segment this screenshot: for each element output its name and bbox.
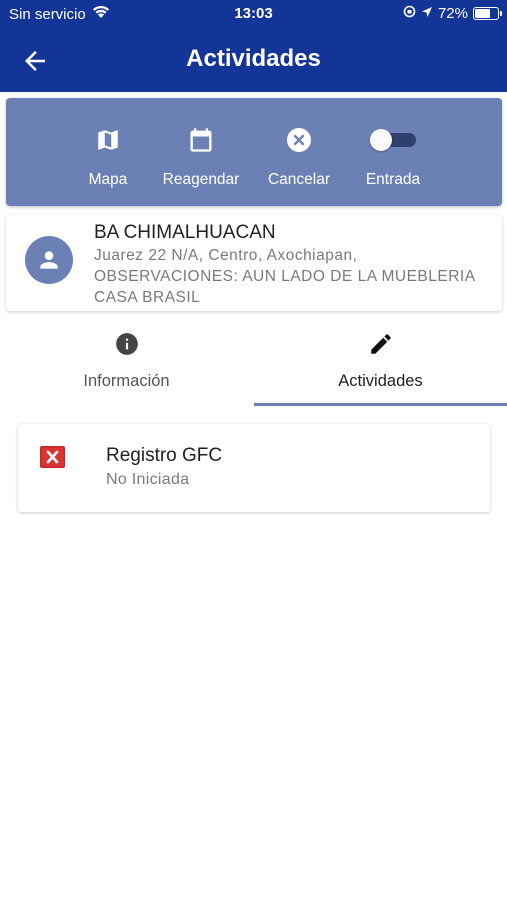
red-x-icon xyxy=(40,446,65,468)
entry-label: Entrada xyxy=(365,171,421,188)
avatar xyxy=(25,236,73,284)
activity-status: No Iniciada xyxy=(106,471,190,488)
person-icon xyxy=(40,251,58,269)
reschedule-button[interactable]: Reagendar xyxy=(159,98,243,206)
contact-address: Juarez 22 N/A, Centro, Axochiapan, OBSER… xyxy=(94,247,475,306)
tab-actividades-label: Actividades xyxy=(338,372,423,390)
action-panel: Mapa Reagendar Cancelar Entrada xyxy=(6,98,502,206)
tab-informacion[interactable]: Información xyxy=(0,320,253,406)
entry-toggle[interactable]: Entrada xyxy=(362,98,424,206)
toggle-switch[interactable] xyxy=(370,129,416,151)
orientation-lock-icon xyxy=(403,5,416,22)
battery-icon xyxy=(473,7,502,20)
map-button[interactable]: Mapa xyxy=(82,98,134,206)
tab-actividades[interactable]: Actividades xyxy=(254,320,507,406)
pencil-icon xyxy=(368,330,394,358)
status-bar: Sin servicio 13:03 72% xyxy=(0,0,507,28)
cancel-circle-icon xyxy=(286,126,312,154)
info-icon xyxy=(114,330,140,358)
cancel-label: Cancelar xyxy=(267,171,331,188)
page-title: Actividades xyxy=(186,45,321,72)
reschedule-label: Reagendar xyxy=(162,171,240,188)
location-arrow-icon xyxy=(421,5,433,22)
activity-item[interactable]: Registro GFC No Iniciada xyxy=(18,424,490,512)
battery-percent: 72% xyxy=(437,5,468,22)
contact-name: BA CHIMALHUACAN xyxy=(94,222,276,243)
status-right: 72% xyxy=(403,5,502,22)
map-label: Mapa xyxy=(88,171,128,188)
cancel-button[interactable]: Cancelar xyxy=(264,98,334,206)
contact-card[interactable]: BA CHIMALHUACAN Juarez 22 N/A, Centro, A… xyxy=(6,215,502,311)
activity-title: Registro GFC xyxy=(106,445,223,466)
map-icon xyxy=(95,126,121,154)
tab-informacion-label: Información xyxy=(83,372,170,390)
app-bar: Actividades xyxy=(0,28,507,92)
selected-tab-indicator xyxy=(254,403,507,406)
calendar-icon xyxy=(187,126,215,154)
